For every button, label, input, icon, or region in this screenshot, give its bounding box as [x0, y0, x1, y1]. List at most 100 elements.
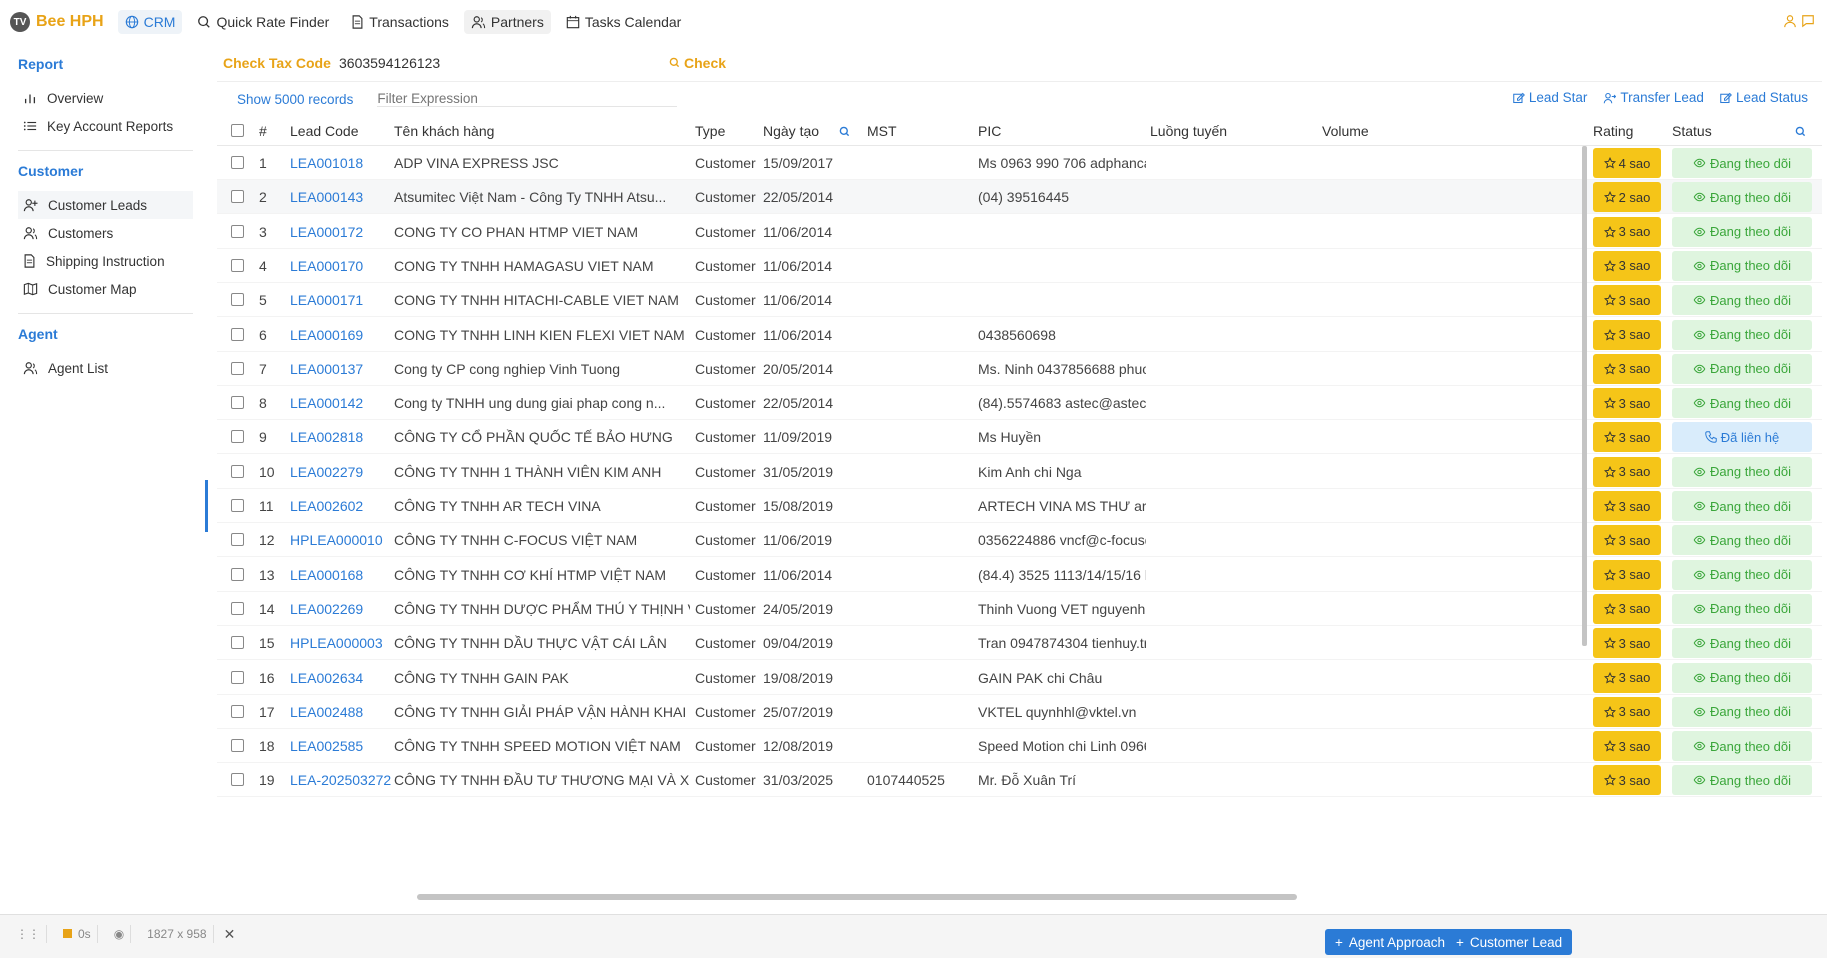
- customer-lead-button[interactable]: + Customer Lead: [1446, 929, 1573, 955]
- sidebar-item-key-account-reports[interactable]: Key Account Reports: [18, 112, 205, 140]
- lead-status-button[interactable]: Lead Status: [1720, 90, 1808, 105]
- nav-tasks-calendar[interactable]: Tasks Calendar: [559, 10, 689, 34]
- nav-transactions[interactable]: Transactions: [344, 10, 456, 34]
- row-checkbox[interactable]: [231, 327, 244, 341]
- filter-expression-input[interactable]: [377, 91, 678, 107]
- status-badge[interactable]: Đang theo dõi: [1672, 491, 1812, 521]
- sidebar-item-customer-leads[interactable]: Customer Leads: [18, 191, 193, 219]
- row-checkbox[interactable]: [231, 601, 244, 615]
- vertical-scrollbar[interactable]: [1582, 146, 1587, 646]
- table-row[interactable]: 17 LEA002488 CÔNG TY TNHH GIẢI PHÁP VẬN HÀ…: [217, 695, 1822, 729]
- check-button[interactable]: Check: [669, 55, 726, 71]
- rating-badge[interactable]: 2 sao: [1593, 182, 1661, 213]
- user-icon[interactable]: [1783, 14, 1797, 28]
- rating-badge[interactable]: 3 sao: [1593, 422, 1661, 453]
- lead-code-link[interactable]: LEA002602: [290, 498, 363, 514]
- select-all-checkbox[interactable]: [231, 124, 244, 137]
- lead-code-link[interactable]: LEA002269: [290, 601, 363, 617]
- column-search-icon[interactable]: [839, 126, 850, 137]
- rating-badge[interactable]: 3 sao: [1593, 456, 1661, 487]
- row-checkbox[interactable]: [231, 361, 244, 375]
- nav-quick-rate-finder[interactable]: Quick Rate Finder: [190, 10, 336, 34]
- lead-code-link[interactable]: LEA000170: [290, 258, 363, 274]
- lead-code-link[interactable]: LEA000171: [290, 292, 363, 308]
- lead-code-link[interactable]: LEA000169: [290, 327, 363, 343]
- lead-code-link[interactable]: LEA000143: [290, 189, 363, 205]
- status-badge[interactable]: Đang theo dõi: [1672, 148, 1812, 178]
- lead-star-button[interactable]: Lead Star: [1513, 90, 1587, 105]
- row-checkbox[interactable]: [231, 293, 244, 307]
- header-customer-name[interactable]: Tên khách hàng: [394, 123, 494, 139]
- transfer-lead-button[interactable]: Transfer Lead: [1603, 90, 1704, 105]
- status-badge[interactable]: Đang theo dõi: [1672, 662, 1812, 693]
- row-checkbox[interactable]: [231, 396, 244, 410]
- rating-badge[interactable]: 3 sao: [1593, 388, 1661, 419]
- lead-code-link[interactable]: LEA002279: [290, 464, 363, 480]
- sidebar-item-agent-list[interactable]: Agent List: [18, 354, 205, 382]
- header-volume[interactable]: Volume: [1322, 123, 1369, 139]
- status-badge[interactable]: Đã liên hệ: [1672, 422, 1812, 453]
- nav-partners[interactable]: Partners: [463, 10, 551, 34]
- rating-badge[interactable]: 3 sao: [1593, 491, 1661, 521]
- status-badge[interactable]: Đang theo dõi: [1672, 388, 1812, 419]
- lead-code-link[interactable]: LEA002488: [290, 704, 363, 720]
- row-checkbox[interactable]: [231, 430, 244, 444]
- rating-badge[interactable]: 3 sao: [1593, 696, 1661, 727]
- row-checkbox[interactable]: [231, 739, 244, 753]
- header-route[interactable]: Luồng tuyến: [1150, 123, 1227, 139]
- status-badge[interactable]: Đang theo dõi: [1672, 456, 1812, 487]
- rating-badge[interactable]: 3 sao: [1593, 559, 1661, 590]
- sidebar-item-customers[interactable]: Customers: [18, 219, 205, 247]
- lead-code-link[interactable]: LEA002585: [290, 738, 363, 754]
- status-badge[interactable]: Đang theo dõi: [1672, 593, 1812, 624]
- lead-code-link[interactable]: HPLEA000003: [290, 635, 383, 651]
- status-badge[interactable]: Đang theo dõi: [1672, 353, 1812, 384]
- header-created-date[interactable]: Ngày tạo: [763, 123, 819, 139]
- header-pic[interactable]: PIC: [978, 123, 1001, 139]
- drag-handle-icon[interactable]: ⋮⋮: [10, 925, 47, 943]
- header-lead-code[interactable]: Lead Code: [290, 123, 359, 139]
- table-row[interactable]: 19 LEA-202503272 CÔNG TY TNHH ĐẦU TƯ THƯƠN…: [217, 763, 1822, 798]
- table-row[interactable]: 16 LEA002634 CÔNG TY TNHH GAIN PAK Customer…: [217, 661, 1822, 695]
- header-status[interactable]: Status: [1672, 123, 1712, 139]
- column-search-icon[interactable]: [1795, 126, 1806, 137]
- status-badge[interactable]: Đang theo dõi: [1672, 731, 1812, 762]
- row-checkbox[interactable]: [231, 190, 244, 204]
- rating-badge[interactable]: 3 sao: [1593, 319, 1661, 350]
- rating-badge[interactable]: 3 sao: [1593, 731, 1661, 762]
- sidebar-resize-handle[interactable]: [205, 480, 208, 532]
- rating-badge[interactable]: 3 sao: [1593, 525, 1661, 556]
- status-badge[interactable]: Đang theo dõi: [1672, 765, 1812, 796]
- rating-badge[interactable]: 3 sao: [1593, 662, 1661, 693]
- status-badge[interactable]: Đang theo dõi: [1672, 628, 1812, 659]
- row-checkbox[interactable]: [231, 704, 244, 718]
- lead-code-link[interactable]: LEA002818: [290, 429, 363, 445]
- row-checkbox[interactable]: [231, 567, 244, 581]
- sidebar-item-customer-map[interactable]: Customer Map: [18, 275, 205, 303]
- horizontal-scrollbar[interactable]: [417, 894, 1297, 900]
- rating-badge[interactable]: 3 sao: [1593, 285, 1661, 316]
- lead-code-link[interactable]: LEA000142: [290, 395, 363, 411]
- show-records-button[interactable]: Show 5000 records: [237, 92, 353, 107]
- row-checkbox[interactable]: [231, 636, 244, 650]
- status-badge[interactable]: Đang theo dõi: [1672, 216, 1812, 247]
- sidebar-item-overview[interactable]: Overview: [18, 84, 205, 112]
- lead-code-link[interactable]: HPLEA000010: [290, 532, 383, 548]
- lead-code-link[interactable]: LEA001018: [290, 155, 363, 171]
- status-badge[interactable]: Đang theo dõi: [1672, 285, 1812, 316]
- header-mst[interactable]: MST: [867, 123, 897, 139]
- camera-icon[interactable]: ◉: [108, 925, 132, 943]
- tax-code-input[interactable]: [339, 54, 659, 71]
- rating-badge[interactable]: 3 sao: [1593, 593, 1661, 624]
- status-badge[interactable]: Đang theo dõi: [1672, 696, 1812, 727]
- row-checkbox[interactable]: [231, 773, 244, 787]
- row-checkbox[interactable]: [231, 258, 244, 272]
- rating-badge[interactable]: 3 sao: [1593, 765, 1661, 796]
- status-badge[interactable]: Đang theo dõi: [1672, 525, 1812, 556]
- row-checkbox[interactable]: [231, 533, 244, 547]
- row-checkbox[interactable]: [231, 670, 244, 684]
- lead-code-link[interactable]: LEA000168: [290, 567, 363, 583]
- rating-badge[interactable]: 3 sao: [1593, 250, 1661, 281]
- lead-code-link[interactable]: LEA002634: [290, 670, 363, 686]
- row-checkbox[interactable]: [231, 464, 244, 478]
